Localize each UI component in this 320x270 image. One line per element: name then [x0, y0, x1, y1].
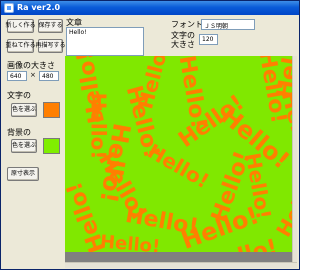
reset-button[interactable]: 重ねて作る — [6, 39, 36, 53]
actual-size-button[interactable]: 原寸表示 — [7, 167, 39, 181]
app-icon — [4, 3, 14, 13]
canvas-panel: Hello! Hello! Hello! Hello! Hello! Hello! Hell… — [65, 56, 297, 268]
image-size-label: 画像の大きさ — [7, 61, 55, 70]
image-width-field[interactable]: 640 — [7, 71, 27, 81]
horizontal-scrollbar[interactable] — [65, 262, 297, 268]
text-input[interactable]: Hello! — [66, 27, 144, 56]
font-field[interactable]: ＪＳ明朝 — [201, 19, 255, 30]
window-title: Ra ver2.0 — [17, 3, 61, 12]
client-area: 新しく作る 保存する 重ねて作る 再描写する 文章 Hello! フォント ＪＳ… — [4, 16, 297, 268]
image-height-field[interactable]: 480 — [39, 71, 59, 81]
char-size-label-line1: 文字の — [171, 31, 195, 40]
image-size-separator: × — [30, 71, 36, 79]
text-color-label: 文字の — [7, 91, 31, 100]
app-window: Ra ver2.0 新しく作る 保存する 重ねて作る 再描写する 文章 Hell… — [0, 0, 300, 270]
text-color-button[interactable]: 色を選ぶ — [11, 103, 37, 117]
vertical-scrollbar[interactable] — [292, 56, 297, 268]
bg-color-swatch — [43, 138, 60, 154]
canvas-word: Hello! — [271, 171, 292, 241]
font-label: フォント — [171, 20, 203, 29]
canvas-word: Hello! — [99, 231, 162, 252]
bg-color-label: 背景の — [7, 128, 31, 137]
canvas-image[interactable]: Hello! Hello! Hello! Hello! Hello! Hello! Hell… — [65, 56, 292, 252]
regen-button[interactable]: 再描写する — [36, 39, 66, 53]
char-size-field[interactable]: 120 — [199, 34, 218, 45]
text-color-swatch — [43, 102, 60, 118]
char-size-label-line2: 大きさ — [171, 40, 195, 49]
new-button[interactable]: 新しく作る — [6, 19, 36, 33]
canvas-word: Hello! — [133, 56, 174, 112]
canvas-word: Hello! — [86, 92, 111, 160]
bg-color-button[interactable]: 色を選ぶ — [11, 139, 37, 153]
canvas-word: Hello! — [143, 138, 214, 194]
save-button[interactable]: 保存する — [38, 19, 63, 33]
char-size-label: 文字の 大きさ — [171, 31, 195, 49]
title-bar[interactable]: Ra ver2.0 — [1, 1, 299, 15]
